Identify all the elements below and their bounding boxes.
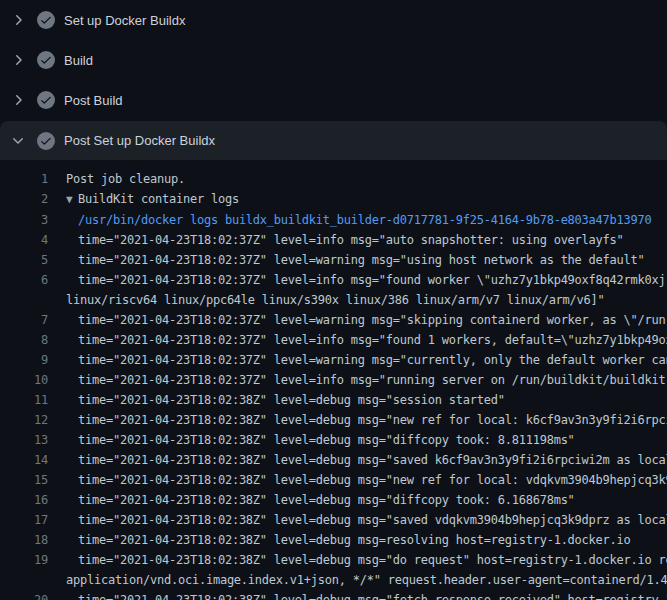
log-line: 3/usr/bin/docker logs buildx_buildkit_bu… [0, 210, 667, 230]
log-line: linux/riscv64 linux/ppc64le linux/s390x … [0, 290, 667, 310]
line-number[interactable]: 15 [0, 470, 48, 490]
log-line: 16 time="2021-04-23T18:02:38Z" level=debu… [0, 490, 667, 510]
line-number[interactable]: 4 [0, 230, 48, 250]
log-line: 15 time="2021-04-23T18:02:38Z" level=debu… [0, 470, 667, 490]
step-label: Post Build [64, 93, 123, 108]
log-text: time="2021-04-23T18:02:38Z" level=debug … [66, 530, 631, 550]
line-number[interactable]: 16 [0, 490, 48, 510]
steps-list: Set up Docker Buildx Build Post Build Post … [0, 0, 667, 160]
check-success-icon [37, 51, 55, 69]
log-line: 2 ▼BuildKit container logs [0, 189, 667, 210]
log-text: application/vnd.oci.image.index.v1+json,… [66, 570, 667, 590]
line-number[interactable]: 12 [0, 410, 48, 430]
check-success-icon [37, 11, 55, 29]
line-number[interactable]: 9 [0, 350, 48, 370]
log-area: 1 Post job cleanup. 2 ▼BuildKit container l… [0, 160, 667, 600]
chevron-right-icon [10, 52, 26, 68]
log-line: 20 time="2021-04-23T18:02:38Z" level=debu… [0, 590, 667, 600]
line-number[interactable]: 14 [0, 450, 48, 470]
log-line: 12 time="2021-04-23T18:02:38Z" level=debu… [0, 410, 667, 430]
log-line: 6 time="2021-04-23T18:02:37Z" level=info … [0, 270, 667, 290]
log-text: time="2021-04-23T18:02:38Z" level=debug … [66, 550, 667, 570]
chevron-right-icon [10, 92, 26, 108]
log-line: 14 time="2021-04-23T18:02:38Z" level=debu… [0, 450, 667, 470]
line-number[interactable]: 5 [0, 250, 48, 270]
log-text: time="2021-04-23T18:02:37Z" level=info m… [66, 330, 667, 350]
log-line: 11 time="2021-04-23T18:02:38Z" level=debu… [0, 390, 667, 410]
log-line: 9 time="2021-04-23T18:02:37Z" level=warni… [0, 350, 667, 370]
line-number[interactable]: 20 [0, 590, 48, 600]
log-line: application/vnd.oci.image.index.v1+json,… [0, 570, 667, 590]
line-number[interactable]: 13 [0, 430, 48, 450]
line-number[interactable]: 2 [0, 189, 48, 210]
line-number[interactable]: 18 [0, 530, 48, 550]
log-line: 8 time="2021-04-23T18:02:37Z" level=info … [0, 330, 667, 350]
step-header-post-set-up-docker-buildx[interactable]: Post Set up Docker Buildx [0, 121, 667, 160]
step-header-post-build[interactable]: Post Build [0, 80, 667, 120]
log-text: BuildKit container logs [78, 192, 239, 206]
check-success-icon [37, 132, 55, 150]
log-line: 10 time="2021-04-23T18:02:37Z" level=info… [0, 370, 667, 390]
line-number[interactable]: 3 [0, 210, 48, 230]
line-number[interactable]: 11 [0, 390, 48, 410]
log-text: time="2021-04-23T18:02:38Z" level=debug … [66, 510, 667, 530]
line-number[interactable]: 6 [0, 270, 48, 290]
log-text: time="2021-04-23T18:02:38Z" level=debug … [66, 430, 575, 450]
log-text: time="2021-04-23T18:02:38Z" level=debug … [66, 590, 667, 600]
log-text: time="2021-04-23T18:02:38Z" level=debug … [66, 410, 667, 430]
step-header-build[interactable]: Build [0, 40, 667, 80]
log-text: time="2021-04-23T18:02:37Z" level=warnin… [66, 350, 667, 370]
step-label: Set up Docker Buildx [64, 13, 185, 28]
line-number[interactable] [0, 290, 48, 310]
check-success-icon [37, 91, 55, 109]
line-number[interactable]: 7 [0, 310, 48, 330]
chevron-down-icon [10, 133, 26, 149]
log-text: time="2021-04-23T18:02:38Z" level=debug … [66, 470, 667, 490]
log-text: Post job cleanup. [66, 169, 185, 189]
log-text: time="2021-04-23T18:02:38Z" level=debug … [66, 390, 505, 410]
log-text: time="2021-04-23T18:02:38Z" level=debug … [66, 450, 667, 470]
log-line: 13 time="2021-04-23T18:02:38Z" level=debu… [0, 430, 667, 450]
log-group-header[interactable]: ▼BuildKit container logs [66, 189, 239, 210]
group-caret-icon[interactable]: ▼ [66, 190, 78, 210]
log-text: linux/riscv64 linux/ppc64le linux/s390x … [66, 290, 605, 310]
log-text: time="2021-04-23T18:02:37Z" level=info m… [66, 370, 666, 390]
log-line: 1 Post job cleanup. [0, 169, 667, 189]
line-number[interactable]: 10 [0, 370, 48, 390]
log-line: 19 time="2021-04-23T18:02:38Z" level=debu… [0, 550, 667, 570]
log-text: time="2021-04-23T18:02:38Z" level=debug … [66, 490, 575, 510]
line-number[interactable]: 1 [0, 169, 48, 189]
line-number[interactable]: 19 [0, 550, 48, 570]
log-line: 4 time="2021-04-23T18:02:37Z" level=info … [0, 230, 667, 250]
log-text: time="2021-04-23T18:02:37Z" level=info m… [66, 230, 624, 250]
log-text: time="2021-04-23T18:02:37Z" level=info m… [66, 270, 666, 290]
log-line: 18 time="2021-04-23T18:02:38Z" level=debu… [0, 530, 667, 550]
chevron-right-icon [10, 12, 26, 28]
line-number[interactable]: 8 [0, 330, 48, 350]
log-line: 5 time="2021-04-23T18:02:37Z" level=warni… [0, 250, 667, 270]
line-number[interactable] [0, 570, 48, 590]
step-label: Post Set up Docker Buildx [64, 133, 215, 148]
log-line: 7 time="2021-04-23T18:02:37Z" level=warni… [0, 310, 667, 330]
line-number[interactable]: 17 [0, 510, 48, 530]
step-label: Build [64, 53, 93, 68]
log-text: /usr/bin/docker logs buildx_buildkit_bui… [66, 210, 652, 230]
log-text: time="2021-04-23T18:02:37Z" level=warnin… [66, 250, 645, 270]
log-line: 17 time="2021-04-23T18:02:38Z" level=debu… [0, 510, 667, 530]
step-header-set-up-docker-buildx[interactable]: Set up Docker Buildx [0, 0, 667, 40]
log-text: time="2021-04-23T18:02:37Z" level=warnin… [66, 310, 666, 330]
